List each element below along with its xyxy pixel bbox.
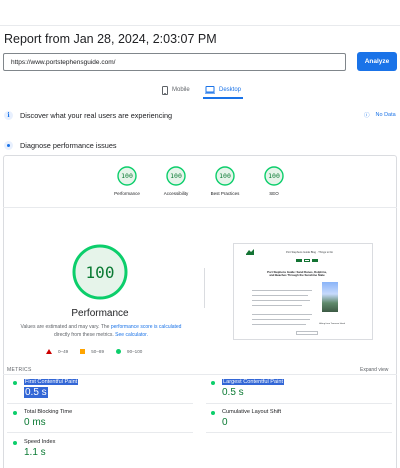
screenshot-photo bbox=[322, 282, 338, 312]
screenshot-text-line bbox=[252, 300, 310, 301]
category-label: Best Practices bbox=[210, 191, 240, 196]
category-score: 100 bbox=[121, 172, 133, 180]
pass-circle-icon bbox=[211, 381, 215, 385]
site-logo-icon bbox=[246, 249, 254, 255]
desktop-icon bbox=[205, 86, 215, 94]
category-label: SEO bbox=[269, 191, 279, 196]
metric-divider bbox=[7, 432, 193, 433]
category-label: Performance bbox=[114, 191, 140, 196]
metric-name: Total Blocking Time bbox=[24, 409, 73, 415]
legend-fail: 0–49 bbox=[58, 348, 69, 354]
score-note: Values are estimated and may vary. The p… bbox=[10, 323, 192, 339]
diagnose-icon bbox=[4, 140, 13, 150]
legend-average: 50–89 bbox=[91, 348, 105, 354]
screenshot-site-title: Port Stephens Guide Blog · Things to Do bbox=[286, 251, 333, 254]
tab-desktop[interactable]: Desktop bbox=[205, 84, 241, 96]
score-legend: 0–49 50–89 90–100 bbox=[46, 347, 142, 355]
tab-mobile-label: Mobile bbox=[172, 87, 190, 93]
note-mid: directly from these metrics. bbox=[54, 332, 116, 338]
screenshot-caption: Hiking from Tomaree Head bbox=[319, 323, 345, 325]
metric-value: 1.1 s bbox=[24, 447, 46, 458]
pass-circle-icon bbox=[211, 411, 215, 415]
metric-value: 0.5 s bbox=[24, 387, 48, 398]
category-label: Accessibility bbox=[163, 191, 189, 196]
metric-value: 0 ms bbox=[24, 417, 46, 428]
score-gauge: 100 bbox=[117, 166, 137, 186]
screenshot-nav-block bbox=[304, 259, 310, 262]
pass-circle-icon bbox=[13, 411, 17, 415]
note-prefix: Values are estimated and may vary. The bbox=[20, 324, 111, 330]
metric-value: 0 bbox=[222, 417, 228, 428]
url-input[interactable] bbox=[3, 53, 346, 71]
no-data-link[interactable]: ⓘ No Data bbox=[364, 108, 396, 122]
diagnose-heading: Diagnose performance issues bbox=[20, 140, 117, 150]
score-gauge: 100 bbox=[264, 166, 284, 186]
category-score: 100 bbox=[219, 172, 231, 180]
category-seo[interactable]: 100 SEO bbox=[249, 166, 299, 196]
metric-name: First Contentful Paint bbox=[24, 379, 79, 385]
discover-section[interactable]: i Discover what your real users are expe… bbox=[4, 108, 172, 122]
metrics-heading: METRICS bbox=[7, 367, 32, 373]
screenshot-article-title: Port Stephens Guide: Sand Dunes, Dolphin… bbox=[267, 270, 327, 278]
category-score: 100 bbox=[170, 172, 182, 180]
screenshot-nav-block bbox=[312, 259, 318, 262]
performance-gauge: 100 bbox=[72, 244, 128, 300]
tab-active-indicator bbox=[203, 97, 243, 99]
score-gauge: 100 bbox=[166, 166, 186, 186]
metrics-divider bbox=[3, 374, 397, 375]
no-data-label: No Data bbox=[375, 112, 396, 118]
calculator-link[interactable]: See calculator. bbox=[115, 332, 148, 338]
average-square-icon bbox=[80, 348, 86, 354]
score-gauge: 100 bbox=[215, 166, 235, 186]
pass-circle-icon bbox=[116, 348, 122, 354]
screenshot-text-line bbox=[252, 290, 312, 291]
metric-value: 0.5 s bbox=[222, 387, 244, 398]
metric-name: Speed Index bbox=[24, 439, 56, 445]
performance-score: 100 bbox=[85, 262, 115, 282]
expand-view-toggle[interactable]: Expand view bbox=[360, 367, 388, 373]
metric-divider bbox=[7, 403, 193, 404]
section-divider bbox=[3, 207, 397, 208]
discover-heading: Discover what your real users are experi… bbox=[20, 110, 173, 120]
screenshot-nav-block bbox=[296, 259, 302, 262]
category-accessibility[interactable]: 100 Accessibility bbox=[151, 166, 201, 196]
screenshot-text-line bbox=[252, 305, 302, 306]
score-calculated-link[interactable]: performance score is calculated bbox=[111, 324, 182, 330]
metric-name: Cumulative Layout Shift bbox=[222, 409, 282, 415]
metric-name: Largest Contentful Paint bbox=[222, 379, 285, 385]
info-small-icon: ⓘ bbox=[364, 113, 370, 119]
analyze-button[interactable]: Analyze bbox=[357, 52, 397, 71]
screenshot-text-line bbox=[252, 314, 312, 315]
pass-circle-icon bbox=[13, 441, 17, 445]
vertical-divider bbox=[204, 268, 205, 308]
screenshot-text-line bbox=[252, 319, 310, 320]
tab-mobile[interactable]: Mobile bbox=[162, 84, 190, 96]
mobile-icon bbox=[162, 85, 168, 95]
screenshot-text-line bbox=[252, 324, 306, 325]
category-performance[interactable]: 100 Performance bbox=[102, 166, 152, 196]
metric-divider bbox=[206, 403, 392, 404]
performance-label: Performance bbox=[71, 308, 129, 319]
top-bar bbox=[0, 0, 400, 26]
category-score: 100 bbox=[268, 172, 280, 180]
legend-pass: 90–100 bbox=[127, 348, 143, 354]
page-screenshot: Port Stephens Guide Blog · Things to Do … bbox=[233, 243, 373, 340]
info-icon: i bbox=[4, 110, 13, 120]
pass-circle-icon bbox=[13, 381, 17, 385]
report-title: Report from Jan 28, 2024, 2:03:07 PM bbox=[4, 32, 217, 46]
metric-divider bbox=[206, 432, 392, 433]
screenshot-box bbox=[296, 331, 318, 335]
tab-desktop-label: Desktop bbox=[219, 87, 242, 93]
fail-triangle-icon bbox=[46, 348, 52, 354]
diagnose-section[interactable]: Diagnose performance issues bbox=[4, 138, 117, 152]
category-best-practices[interactable]: 100 Best Practices bbox=[200, 166, 250, 196]
screenshot-text-line bbox=[252, 295, 308, 296]
